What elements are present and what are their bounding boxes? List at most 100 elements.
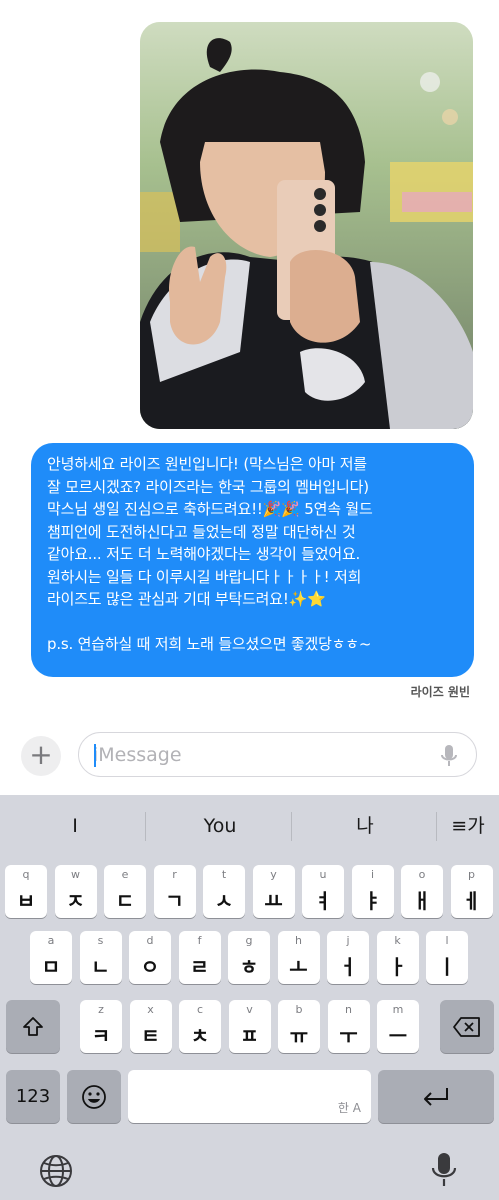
key-jamo-label: ㅛ <box>264 889 283 913</box>
key-e[interactable]: eㄷ <box>104 865 146 918</box>
message-line: 같아요... 저도 더 노력해야겠다는 생각이 들었어요. <box>47 545 361 563</box>
key-hint-label: p <box>468 868 475 881</box>
key-hint-label: a <box>47 934 55 947</box>
space-key[interactable]: 한 A <box>128 1070 371 1123</box>
key-c[interactable]: cㅊ <box>179 1000 221 1053</box>
key-d[interactable]: dㅇ <box>129 931 171 984</box>
photo-image <box>140 22 473 429</box>
message-line: 챔피언에 도전하신다고 들었는데 정말 대단하신 것 <box>47 522 356 541</box>
key-jamo-label: ㄴ <box>91 955 110 979</box>
return-icon <box>378 1070 494 1123</box>
key-hint-label: k <box>394 934 401 947</box>
key-a[interactable]: aㅁ <box>30 931 72 984</box>
key-hint-label: m <box>392 1003 404 1016</box>
key-hint-label: h <box>295 934 302 947</box>
return-key[interactable] <box>378 1070 494 1123</box>
key-jamo-label: ㅡ <box>388 1024 408 1048</box>
key-jamo-label: ㅗ <box>289 955 308 979</box>
key-b[interactable]: bㅠ <box>278 1000 320 1053</box>
key-o[interactable]: oㅐ <box>401 865 443 918</box>
suggestion-1[interactable]: I <box>20 811 130 841</box>
key-jamo-label: ㅎ <box>239 955 259 979</box>
shift-key[interactable] <box>6 1000 60 1053</box>
key-jamo-label: ㅣ <box>437 955 457 979</box>
key-j[interactable]: jㅓ <box>327 931 369 984</box>
apps-plus-button[interactable]: + <box>21 736 61 776</box>
key-hint-label: n <box>345 1003 352 1016</box>
dictation-button[interactable] <box>430 1151 458 1193</box>
suggestion-bar: I You 나 ≡가 <box>0 795 499 857</box>
message-bubble[interactable]: 안녕하세요 라이즈 원빈입니다! (막스님은 아마 저를 잘 모르시겠죠? 라이… <box>31 443 474 677</box>
space-key-label: 한 A <box>337 1101 361 1115</box>
key-l[interactable]: lㅣ <box>426 931 468 984</box>
key-hint-label: u <box>319 868 327 881</box>
message-line: 라이즈도 많은 관심과 기대 부탁드려요!✨⭐ <box>47 590 326 608</box>
key-jamo-label: ㅔ <box>462 889 481 913</box>
key-hint-label: i <box>370 868 375 881</box>
key-hint-label: z <box>98 1003 104 1016</box>
key-hint-label: q <box>22 868 30 881</box>
delete-key[interactable] <box>440 1000 494 1053</box>
imessage-input[interactable] <box>93 741 423 769</box>
key-jamo-label: ㅂ <box>16 889 36 913</box>
message-line: 안녕하세요 라이즈 원빈입니다! (막스님은 아마 저를 <box>47 455 367 473</box>
key-jamo-label: ㅠ <box>289 1024 309 1048</box>
message-line: 원하시는 일들 다 이루시길 바랍니다ㅏㅏㅏㅏ! 저희 <box>47 567 362 586</box>
emoji-key[interactable] <box>67 1070 121 1123</box>
key-hint-label: b <box>295 1003 303 1016</box>
message-line: 막스님 생일 진심으로 축하드려요!!🎉🎉 5연속 월드 <box>47 500 373 518</box>
key-jamo-label: ㅊ <box>190 1024 210 1048</box>
shift-icon <box>6 1000 60 1053</box>
key-s[interactable]: sㄴ <box>79 931 122 984</box>
key-hint-label: v <box>246 1003 253 1016</box>
numbers-key-label: 123 <box>15 1086 51 1107</box>
key-v[interactable]: vㅍ <box>228 1000 271 1053</box>
key-y[interactable]: yㅛ <box>252 865 295 918</box>
key-jamo-label: ㅁ <box>41 955 61 979</box>
key-hint-label: x <box>147 1003 154 1016</box>
key-p[interactable]: pㅔ <box>450 865 493 918</box>
key-q[interactable]: qㅂ <box>5 865 47 918</box>
suggestion-3[interactable]: 나 <box>310 811 420 841</box>
numbers-key[interactable]: 123 <box>6 1070 60 1123</box>
key-hint-label: r <box>172 868 177 881</box>
key-k[interactable]: kㅏ <box>376 931 419 984</box>
key-hint-label: o <box>418 868 426 881</box>
suggestion-divider <box>436 812 437 841</box>
key-hint-label: l <box>445 934 449 947</box>
key-jamo-label: ㅏ <box>388 955 407 979</box>
key-i[interactable]: iㅑ <box>351 865 394 918</box>
text-caret <box>94 744 96 767</box>
key-hint-label: w <box>71 868 80 881</box>
suggestion-2[interactable]: You <box>165 811 275 841</box>
dictation-mic-icon[interactable] <box>440 744 458 768</box>
key-hint-label: t <box>221 868 227 881</box>
key-r[interactable]: rㄱ <box>153 865 196 918</box>
key-hint-label: g <box>245 934 253 947</box>
key-jamo-label: ㅍ <box>240 1024 259 1048</box>
key-n[interactable]: nㅜ <box>327 1000 370 1053</box>
key-jamo-label: ㅐ <box>412 889 432 913</box>
message-line: 잘 모르시겠죠? 라이즈라는 한국 그룹의 멤버입니다) <box>47 477 369 496</box>
key-z[interactable]: zㅋ <box>80 1000 122 1053</box>
key-jamo-label: ㅜ <box>339 1024 358 1048</box>
key-u[interactable]: uㅕ <box>302 865 344 918</box>
key-jamo-label: ㅅ <box>214 889 234 913</box>
photo-message[interactable] <box>140 22 473 429</box>
key-hint-label: s <box>97 934 104 947</box>
key-w[interactable]: wㅈ <box>54 865 97 918</box>
key-g[interactable]: gㅎ <box>228 931 270 984</box>
key-m[interactable]: mㅡ <box>377 1000 419 1053</box>
sender-label: 라이즈 원빈 <box>410 685 470 699</box>
suggestion-divider <box>145 812 146 841</box>
delete-icon <box>440 1000 494 1053</box>
key-f[interactable]: fㄹ <box>178 931 221 984</box>
key-h[interactable]: hㅗ <box>277 931 320 984</box>
key-t[interactable]: tㅅ <box>203 865 245 918</box>
message-compose-field[interactable] <box>78 732 477 777</box>
suggestion-divider <box>291 812 292 841</box>
suggestion-4[interactable]: ≡가 <box>440 811 496 841</box>
globe-button[interactable] <box>38 1153 74 1193</box>
microphone-icon <box>431 1153 457 1186</box>
key-x[interactable]: xㅌ <box>129 1000 172 1053</box>
